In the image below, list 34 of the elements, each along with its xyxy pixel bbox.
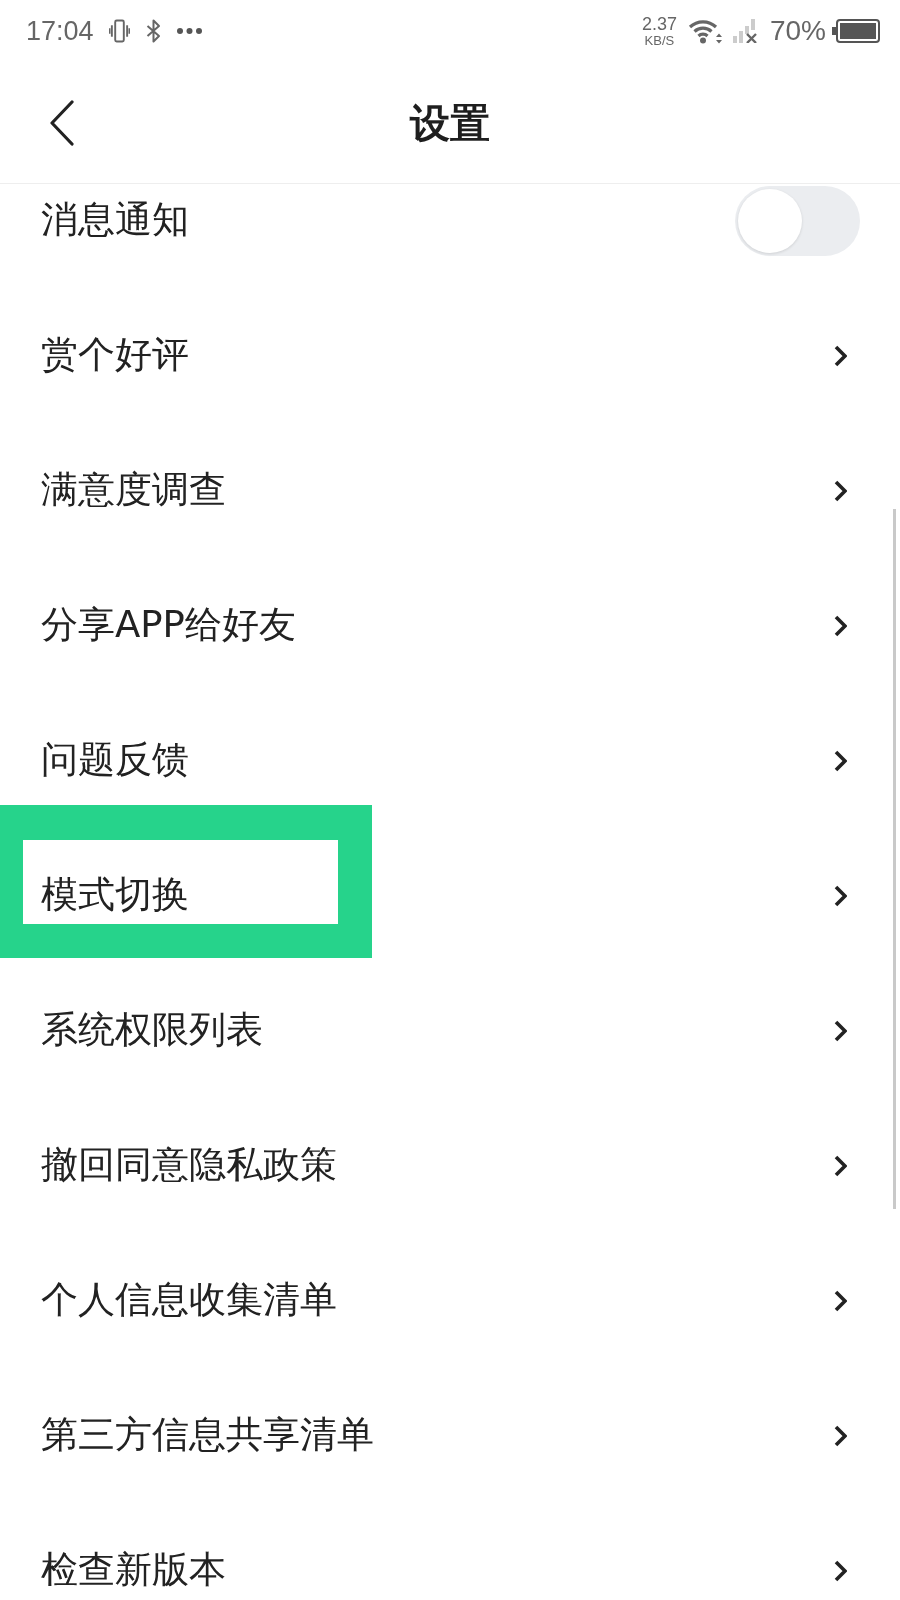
setting-label[interactable]: 赏个好评 xyxy=(41,333,189,377)
setting-label[interactable]: 模式切换 xyxy=(41,873,189,917)
page-title: 设置 xyxy=(410,98,490,147)
scrollbar[interactable] xyxy=(893,509,896,1209)
battery-icon xyxy=(832,19,880,43)
chevron-right-icon xyxy=(834,614,847,637)
bluetooth-icon xyxy=(145,19,161,43)
more-dots-icon xyxy=(176,28,202,34)
vibrate-icon xyxy=(108,19,130,43)
chevron-left-icon xyxy=(49,99,74,146)
setting-label[interactable]: 第三方信息共享清单 xyxy=(41,1413,374,1457)
clock-time: 17:04 xyxy=(26,17,94,45)
chevron-right-icon xyxy=(834,1019,847,1042)
setting-label: 消息通知 xyxy=(41,198,189,242)
setting-label[interactable]: 个人信息收集清单 xyxy=(41,1278,337,1322)
chevron-right-icon xyxy=(834,749,847,772)
chevron-right-icon xyxy=(834,1559,847,1582)
network-speed-value: 2.37 xyxy=(641,15,677,33)
chevron-right-icon xyxy=(834,479,847,502)
chevron-right-icon xyxy=(834,1424,847,1447)
setting-label[interactable]: 分享APP给好友 xyxy=(41,603,296,647)
chevron-right-icon xyxy=(834,1154,847,1177)
signal-icon xyxy=(732,19,759,43)
wifi-icon xyxy=(687,18,722,44)
battery-percent: 70% xyxy=(769,17,826,45)
chevron-right-icon xyxy=(834,884,847,907)
network-speed-unit: KB/S xyxy=(644,34,675,47)
setting-label[interactable]: 系统权限列表 xyxy=(41,1008,263,1052)
setting-label[interactable]: 满意度调查 xyxy=(41,468,226,512)
setting-label[interactable]: 问题反馈 xyxy=(41,738,189,782)
chevron-right-icon xyxy=(834,1289,847,1312)
setting-label[interactable]: 撤回同意隐私政策 xyxy=(41,1143,337,1187)
chevron-right-icon xyxy=(834,344,847,367)
setting-label[interactable]: 检查新版本 xyxy=(41,1548,226,1592)
